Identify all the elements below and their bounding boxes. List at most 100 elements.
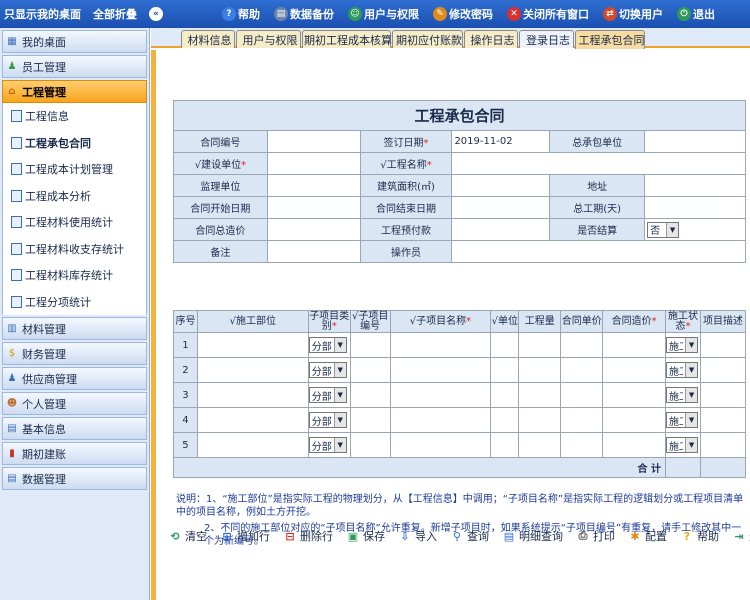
sidebar-category-ledger[interactable]: ▮ 期初建账: [2, 442, 147, 465]
tab-3[interactable]: 期初应付账款: [392, 30, 463, 48]
cell-qty[interactable]: [518, 432, 562, 458]
topbar-edit-password-button[interactable]: ✎ 修改密码: [433, 6, 493, 22]
cell-code[interactable]: [349, 332, 391, 358]
sub-item-type-select[interactable]: 分部分▼: [308, 387, 347, 403]
cell-code[interactable]: [349, 357, 391, 383]
config-button[interactable]: ✱ 配置: [627, 528, 667, 544]
general-contractor-input[interactable]: [644, 130, 746, 153]
cell-price[interactable]: [560, 407, 604, 433]
cell-desc[interactable]: [700, 432, 746, 458]
prepaid-input[interactable]: [451, 218, 551, 241]
total-days-input[interactable]: [644, 196, 746, 219]
address-input[interactable]: [644, 174, 746, 197]
cell-price[interactable]: [560, 332, 604, 358]
tab-5[interactable]: 登录日志: [519, 30, 574, 48]
cell-qty[interactable]: [518, 407, 562, 433]
search-button[interactable]: ⚲ 查询: [449, 528, 489, 544]
cell-type[interactable]: 分部分▼: [307, 357, 351, 383]
cell-name[interactable]: [389, 357, 492, 383]
add-row-button[interactable]: ⊞ 增加行: [219, 528, 270, 544]
status-select[interactable]: 施工▼: [666, 437, 699, 453]
is-settled-select[interactable]: 否 ▼: [647, 221, 680, 238]
start-date-input[interactable]: [266, 196, 361, 219]
building-area-input[interactable]: [451, 174, 551, 197]
sub-item-type-select[interactable]: 分部分▼: [308, 362, 347, 378]
cell-cost[interactable]: [602, 357, 667, 383]
cell-code[interactable]: [349, 382, 391, 408]
cell-name[interactable]: [389, 407, 492, 433]
cell-desc[interactable]: [700, 407, 746, 433]
chevron-down-icon[interactable]: ▼: [685, 438, 698, 452]
sidebar-category-info[interactable]: ▤ 基本信息: [2, 417, 147, 440]
status-select[interactable]: 施工▼: [666, 412, 699, 428]
cell-unit[interactable]: [490, 332, 520, 358]
cell-cost[interactable]: [602, 332, 667, 358]
print-button[interactable]: ⎙ 打印: [575, 528, 615, 544]
sidebar-category-person[interactable]: ☻ 个人管理: [2, 392, 147, 415]
sidebar-item[interactable]: 工程成本分析: [3, 183, 146, 210]
sidebar-item[interactable]: 工程成本计划管理: [3, 156, 146, 183]
cell-part[interactable]: [196, 407, 309, 433]
cell-part[interactable]: [196, 432, 309, 458]
sidebar-category-finance[interactable]: $ 财务管理: [2, 342, 147, 365]
cell-desc[interactable]: [700, 357, 746, 383]
status-select[interactable]: 施工▼: [666, 387, 699, 403]
cell-status[interactable]: 施工▼: [665, 382, 702, 408]
help-button[interactable]: ? 帮助: [679, 528, 719, 544]
cell-unit[interactable]: [490, 382, 520, 408]
status-select[interactable]: 施工▼: [666, 362, 699, 378]
topbar-backup-button[interactable]: ▤ 数据备份: [274, 6, 334, 22]
status-select[interactable]: 施工▼: [666, 337, 699, 353]
cell-status[interactable]: 施工▼: [665, 357, 702, 383]
tab-1[interactable]: 用户与权限: [236, 30, 301, 48]
sidebar-item[interactable]: 工程承包合同: [3, 130, 146, 157]
tab-4[interactable]: 操作日志: [464, 30, 518, 48]
delete-row-button[interactable]: ⊟ 删除行: [282, 528, 333, 544]
cell-name[interactable]: [389, 332, 492, 358]
cell-price[interactable]: [560, 432, 604, 458]
contract-no-input[interactable]: [266, 130, 361, 153]
cell-part[interactable]: [196, 382, 309, 408]
supervisor-input[interactable]: [266, 174, 361, 197]
sidebar-item[interactable]: 工程信息: [3, 103, 146, 130]
chevron-down-icon[interactable]: ▼: [685, 363, 698, 377]
cell-type[interactable]: 分部分▼: [307, 432, 351, 458]
topbar-users-button[interactable]: ☺ 用户与权限: [348, 6, 419, 22]
sidebar-category-employee[interactable]: ♟ 员工管理: [2, 55, 147, 78]
chevron-down-icon[interactable]: ▼: [333, 413, 346, 427]
topbar-close-all-button[interactable]: ✕ 关闭所有窗口: [507, 6, 589, 22]
chevron-down-icon[interactable]: ▼: [685, 388, 698, 402]
tab-2[interactable]: 期初工程成本核算: [302, 30, 392, 48]
cell-qty[interactable]: [518, 382, 562, 408]
cell-name[interactable]: [389, 432, 492, 458]
cell-desc[interactable]: [700, 382, 746, 408]
cell-cost[interactable]: [602, 432, 667, 458]
sub-item-type-select[interactable]: 分部分▼: [308, 337, 347, 353]
cell-status[interactable]: 施工▼: [665, 432, 702, 458]
detail-query-button[interactable]: ▤ 明细查询: [501, 528, 563, 544]
topbar-exit-button[interactable]: ⏻ 退出: [677, 6, 715, 22]
sidebar-category-supplier[interactable]: ♟ 供应商管理: [2, 367, 147, 390]
sidebar-category-materials[interactable]: ▥ 材料管理: [2, 317, 147, 340]
cell-part[interactable]: [196, 357, 309, 383]
chevron-down-icon[interactable]: ▼: [333, 438, 346, 452]
save-button[interactable]: ▣ 保存: [345, 528, 385, 544]
cell-unit[interactable]: [490, 407, 520, 433]
tab-6[interactable]: 工程承包合同: [575, 30, 645, 49]
sidebar-category-home[interactable]: ⌂ 工程管理: [2, 80, 147, 103]
chevron-down-icon[interactable]: ▼: [685, 413, 698, 427]
sidebar-category-data[interactable]: ▤ 数据管理: [2, 467, 147, 490]
import-button[interactable]: ⇩ 导入: [397, 528, 437, 544]
topbar-help-button[interactable]: ? 帮助: [222, 6, 260, 22]
sidebar-item[interactable]: 工程材料使用统计: [3, 209, 146, 236]
cell-part[interactable]: [196, 332, 309, 358]
remark-input[interactable]: [266, 240, 361, 263]
cell-type[interactable]: 分部分▼: [307, 382, 351, 408]
end-date-input[interactable]: [451, 196, 551, 219]
collapse-sidebar-icon[interactable]: «: [149, 7, 163, 21]
cell-type[interactable]: 分部分▼: [307, 407, 351, 433]
cell-qty[interactable]: [518, 332, 562, 358]
cell-cost[interactable]: [602, 382, 667, 408]
chevron-down-icon[interactable]: ▼: [685, 338, 698, 352]
sidebar-item[interactable]: 工程材料收支存统计: [3, 236, 146, 263]
